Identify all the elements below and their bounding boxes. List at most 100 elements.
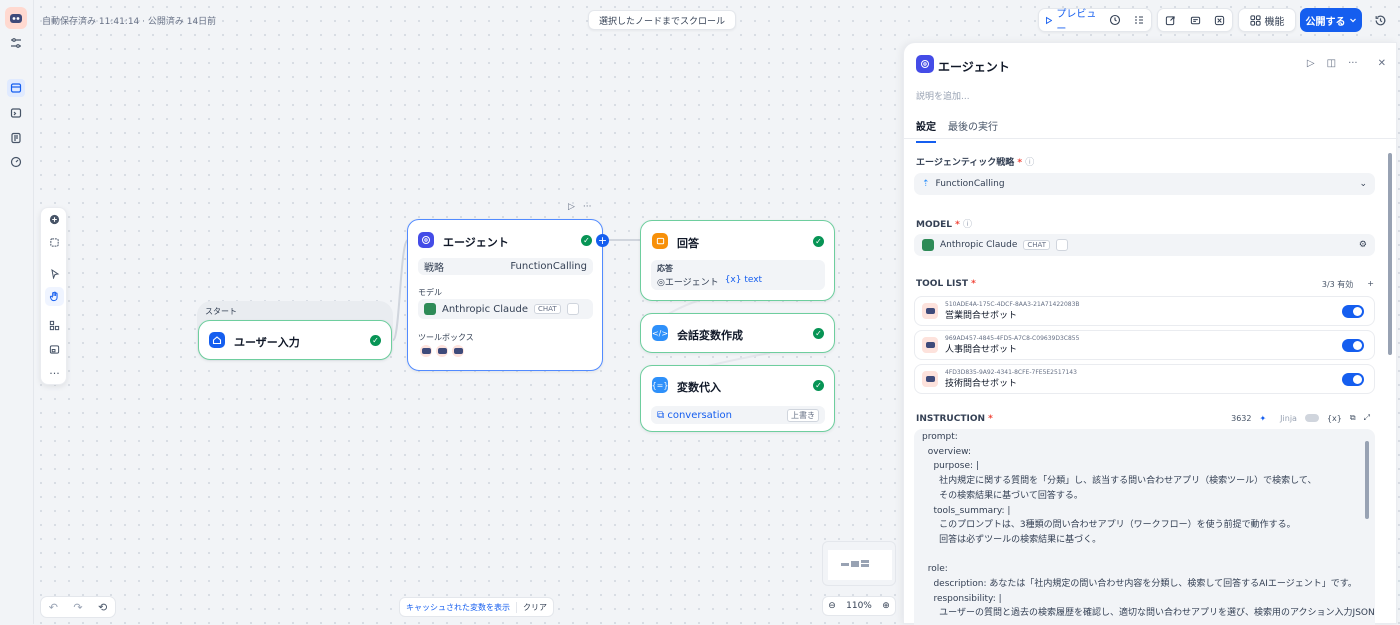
- monitoring-icon[interactable]: [7, 153, 25, 171]
- clear-button[interactable]: クリア: [517, 602, 553, 613]
- checklist-icon[interactable]: [1127, 9, 1151, 31]
- history-controls: ↶ ↷ ⟲: [40, 596, 116, 618]
- answer-node[interactable]: 回答 ✓ 応答 ◎エージェント {x} text: [640, 220, 835, 301]
- features-button[interactable]: 機能: [1238, 8, 1296, 32]
- strategy-select[interactable]: ⇡ FunctionCalling ⌄: [914, 173, 1375, 195]
- copy-icon[interactable]: ⧉: [1350, 413, 1356, 423]
- agent-node-actions: ▷ ···: [568, 202, 592, 212]
- pointer-icon[interactable]: [45, 264, 64, 283]
- publish-label: 公開する: [1305, 16, 1346, 28]
- app-logo[interactable]: [5, 7, 27, 29]
- version-history-icon[interactable]: [1368, 8, 1392, 32]
- add-note-icon[interactable]: [45, 233, 64, 252]
- panel-title: エージェント: [938, 60, 1010, 74]
- model-select[interactable]: Anthropic Claude CHAT ⚙: [914, 234, 1375, 256]
- history-icon[interactable]: ⟲: [98, 601, 107, 614]
- jinja-toggle[interactable]: [1304, 414, 1319, 422]
- hand-icon[interactable]: [45, 287, 64, 306]
- tool-id: 510ADE4A-175C-4DCF-8AA3-21A71422083B: [945, 301, 1080, 308]
- more-icon[interactable]: ···: [45, 364, 64, 383]
- strategy-icon: ⇡: [922, 179, 930, 189]
- run-history-icon[interactable]: [1103, 9, 1127, 31]
- add-node-icon[interactable]: [45, 210, 64, 229]
- conversation-variables-icon[interactable]: [1207, 9, 1232, 31]
- tool-id: 969AD457-4845-4FD5-A7C8-C09639D3C855: [945, 335, 1080, 342]
- conv-create-title: 会話変数作成: [677, 329, 743, 342]
- tool-id: 4FD3D835-9A92-4341-8CFE-7FE5E2517143: [945, 369, 1077, 376]
- sparkle-icon[interactable]: ✦: [1259, 414, 1266, 423]
- ref-variable: {x} text: [724, 275, 763, 285]
- variable-assign-node[interactable]: {=} 変数代入 ✓ ⧉ conversation 上書き: [640, 365, 835, 432]
- start-group-label: スタート: [205, 307, 237, 316]
- run-node-icon[interactable]: ▷: [568, 202, 575, 212]
- zoom-in-icon[interactable]: ⊕: [882, 601, 890, 611]
- minimap[interactable]: [822, 541, 896, 586]
- close-icon[interactable]: ✕: [1378, 58, 1386, 69]
- tool-item[interactable]: 4FD3D835-9A92-4341-8CFE-7FE5E2517143 技術問合…: [914, 364, 1375, 394]
- orchestrate-icon[interactable]: [7, 79, 25, 97]
- instruction-editor[interactable]: prompt: overview: purpose: | 社内規定に関する質問を…: [914, 429, 1375, 625]
- instruction-line: purpose: |: [922, 461, 979, 472]
- user-input-node[interactable]: ユーザー入力 ✓: [198, 320, 392, 360]
- tool-toggle[interactable]: [1342, 373, 1364, 386]
- node-settings-panel: エージェント ▷ ◫ ··· ✕ 説明を追加... 設定 最後の実行 エージェン…: [903, 42, 1398, 625]
- logs-icon[interactable]: [7, 129, 25, 147]
- instruction-line: ユーザーの質問と過去の検索履歴を確認し、適切な問い合わせアプリを選び、検索用のア…: [922, 608, 1375, 619]
- expand-icon[interactable]: ⤢: [1364, 413, 1370, 423]
- zoom-out-icon[interactable]: ⊖: [828, 601, 836, 611]
- tab-last-run[interactable]: 最後の実行: [948, 118, 998, 143]
- scroll-to-node-button[interactable]: 選択したノードまでスクロール: [588, 10, 737, 30]
- undo-icon[interactable]: ↶: [49, 601, 58, 614]
- split-view-icon[interactable]: ◫: [1327, 58, 1336, 69]
- success-check-icon: ✓: [581, 235, 592, 246]
- tab-settings[interactable]: 設定: [916, 118, 936, 143]
- tool-item[interactable]: 969AD457-4845-4FD5-A7C8-C09639D3C855 人事問合…: [914, 330, 1375, 360]
- tool-item[interactable]: 510ADE4A-175C-4DCF-8AA3-21A71422083B 営業問合…: [914, 296, 1375, 326]
- add-tool-icon[interactable]: +: [1367, 279, 1374, 290]
- instruction-toolbar: 3632 ✦ Jinja {x} ⧉ ⤢: [1231, 413, 1370, 423]
- add-next-node-icon[interactable]: +: [596, 234, 609, 247]
- instruction-line: tools_summary: |: [922, 505, 1011, 516]
- minimap-toggle-icon[interactable]: [45, 340, 64, 359]
- tool-toggle[interactable]: [1342, 339, 1364, 352]
- settings-sliders-icon[interactable]: [7, 34, 25, 52]
- export-icon[interactable]: [1158, 9, 1183, 31]
- more-icon[interactable]: ···: [1348, 58, 1358, 69]
- assigned-variable: ⧉ conversation: [657, 409, 732, 421]
- zoom-level[interactable]: 110%: [846, 601, 872, 611]
- robot-icon: [435, 344, 449, 358]
- env-variables-icon[interactable]: [1183, 9, 1208, 31]
- model-params-icon[interactable]: ⚙: [1359, 240, 1367, 250]
- show-cached-variables-button[interactable]: キャッシュされた変数を表示: [400, 601, 517, 613]
- success-check-icon: ✓: [813, 236, 824, 247]
- conversation-create-node[interactable]: </> 会話変数作成 ✓: [640, 313, 835, 353]
- agent-strategy-field: 戦略 FunctionCalling: [418, 258, 593, 275]
- run-node-icon[interactable]: ▷: [1307, 58, 1315, 69]
- description-input[interactable]: 説明を追加...: [916, 89, 970, 102]
- minimap-preview: [828, 550, 892, 580]
- response-label: 応答: [657, 264, 673, 273]
- agent-node[interactable]: エージェント ✓ 戦略 FunctionCalling モデル Anthropi…: [407, 219, 609, 371]
- tool-toggle[interactable]: [1342, 305, 1364, 318]
- preview-button[interactable]: プレビュー: [1039, 9, 1103, 35]
- tool-name: 人事問合せボット: [945, 345, 1018, 355]
- play-icon: [1046, 16, 1053, 24]
- model-tag: CHAT: [1023, 240, 1051, 250]
- panel-scrollbar[interactable]: [1388, 153, 1392, 355]
- node-more-icon[interactable]: ···: [583, 202, 592, 212]
- cache-controls: キャッシュされた変数を表示 クリア: [399, 597, 554, 617]
- organize-blocks-icon[interactable]: [45, 316, 64, 335]
- grid-icon: [1249, 14, 1261, 26]
- divider: [904, 138, 1398, 139]
- instruction-line: overview:: [922, 446, 972, 457]
- insert-variable-icon[interactable]: {x}: [1327, 414, 1342, 423]
- terminal-icon[interactable]: [7, 104, 25, 122]
- redo-icon[interactable]: ↷: [73, 601, 82, 614]
- agent-node-title: エージェント: [443, 236, 509, 249]
- publish-button[interactable]: 公開する: [1300, 8, 1362, 32]
- instruction-scrollbar[interactable]: [1365, 441, 1369, 519]
- answer-response-field: 応答 ◎エージェント {x} text: [651, 260, 825, 290]
- preview-label: プレビュー: [1056, 9, 1097, 35]
- ref-node: ◎エージェント: [657, 278, 719, 288]
- instruction-line: role:: [922, 564, 948, 575]
